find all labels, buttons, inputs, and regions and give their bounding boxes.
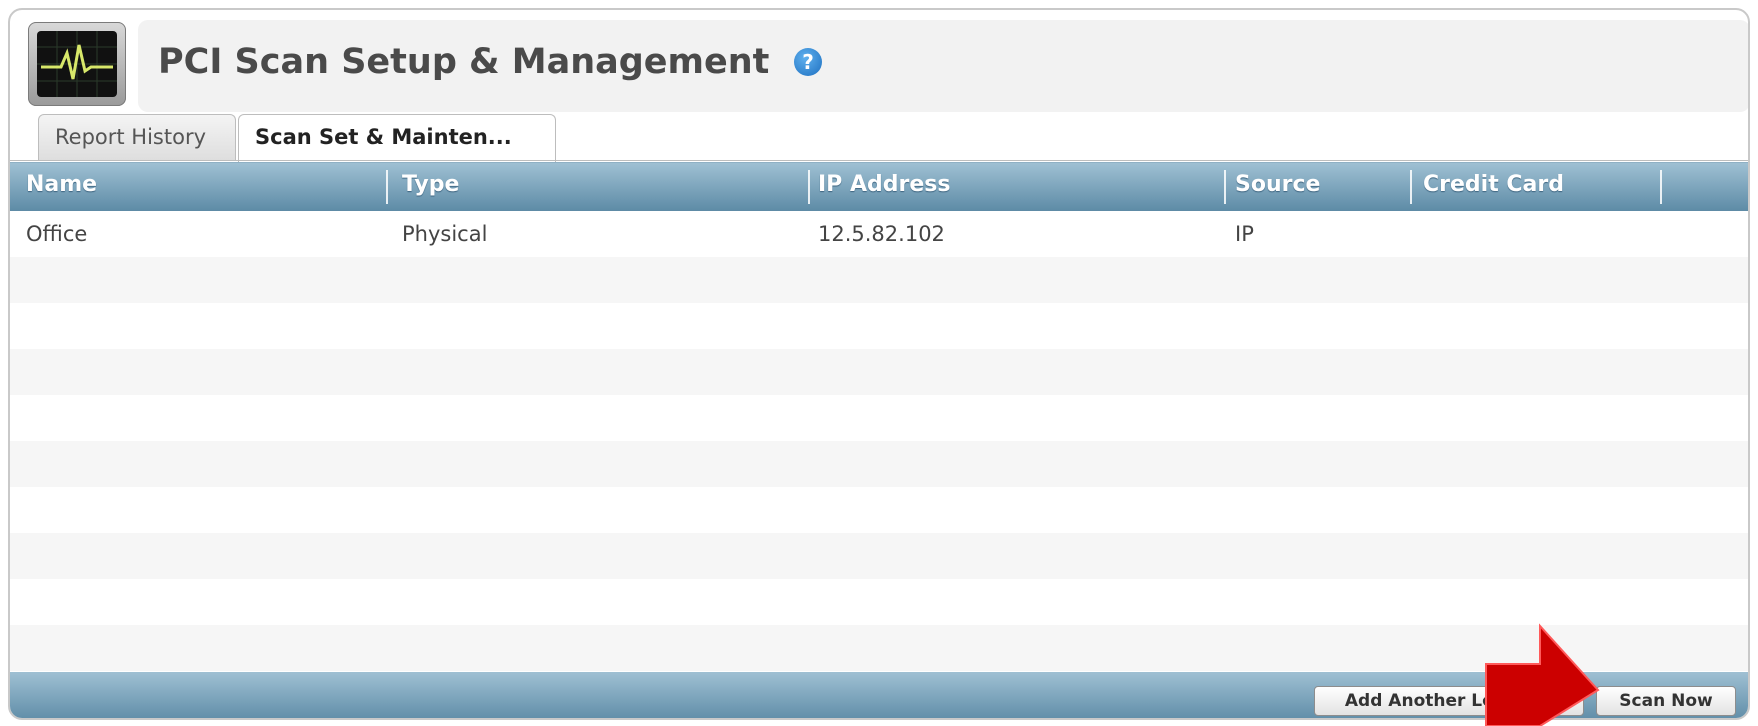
cell-name: Office — [26, 222, 88, 246]
column-header-name[interactable]: Name — [26, 163, 97, 211]
tab-report-history[interactable]: Report History — [38, 114, 236, 160]
tab-divider — [10, 160, 1748, 161]
cell-type: Physical — [402, 222, 488, 246]
pci-scan-panel: PCI Scan Setup & Management ? Report His… — [8, 8, 1750, 720]
table-body: Office Physical 12.5.82.102 IP — [10, 211, 1748, 671]
column-header-source[interactable]: Source — [1235, 163, 1320, 211]
column-header-ip-address[interactable]: IP Address — [818, 163, 950, 211]
table-row-empty — [10, 533, 1748, 579]
column-resizer[interactable] — [1660, 170, 1662, 204]
column-header-type[interactable]: Type — [402, 163, 459, 211]
table-row-empty — [10, 257, 1748, 303]
heartbeat-monitor-icon — [28, 22, 126, 106]
page-title: PCI Scan Setup & Management — [158, 42, 770, 82]
column-resizer[interactable] — [1224, 170, 1226, 204]
column-resizer[interactable] — [386, 170, 388, 204]
table-row-empty — [10, 395, 1748, 441]
table-header: Name Type IP Address Source Credit Card — [10, 162, 1748, 211]
tab-scan-set-maintenance[interactable]: Scan Set & Mainten... — [238, 114, 556, 162]
column-header-credit-card[interactable]: Credit Card — [1423, 163, 1564, 211]
column-resizer[interactable] — [1410, 170, 1412, 204]
scan-now-button[interactable]: Scan Now — [1596, 686, 1736, 716]
help-icon[interactable]: ? — [794, 48, 822, 76]
table-row-empty — [10, 487, 1748, 533]
table-row[interactable]: Office Physical 12.5.82.102 IP — [10, 211, 1748, 257]
column-resizer[interactable] — [808, 170, 810, 204]
table-row-empty — [10, 441, 1748, 487]
red-arrow-pointer — [1485, 623, 1600, 726]
table-row-empty — [10, 349, 1748, 395]
table-row-empty — [10, 303, 1748, 349]
cell-source: IP — [1235, 222, 1254, 246]
title-bar: PCI Scan Setup & Management ? — [138, 20, 1748, 112]
table-row-empty — [10, 579, 1748, 625]
cell-ip-address: 12.5.82.102 — [818, 222, 945, 246]
